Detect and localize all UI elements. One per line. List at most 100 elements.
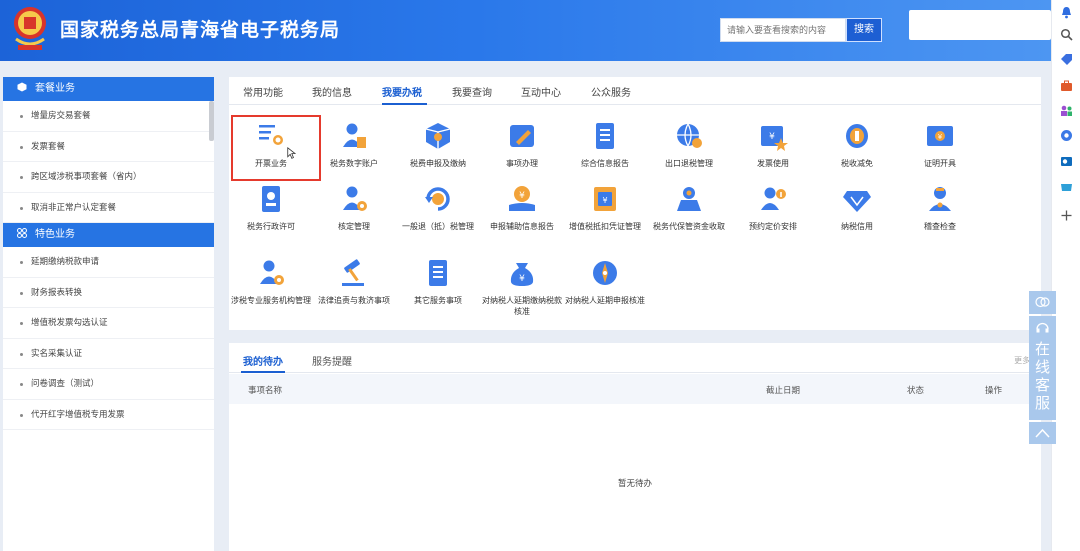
ticket-star-icon: ¥ xyxy=(761,126,788,151)
tab-public-service[interactable]: 公众服务 xyxy=(591,84,631,99)
sidebar-item[interactable]: 增量房交易套餐 xyxy=(3,101,214,132)
document-icon xyxy=(596,123,614,149)
tile-4[interactable]: 综合信息报告 xyxy=(563,120,647,184)
tile-6[interactable]: ¥ 发票使用 xyxy=(731,120,815,184)
column-header: 事项名称 xyxy=(248,386,283,396)
sidebar-section-title: 套餐业务 xyxy=(35,83,75,94)
tab-interaction[interactable]: 互动中心 xyxy=(521,84,561,99)
todo-tabs: 我的待办 服务提醒 更多» xyxy=(229,343,1041,373)
todo-panel: 我的待办 服务提醒 更多» 事项名称 截止日期 状态 操作 暂无待办 xyxy=(229,343,1041,551)
search-input[interactable] xyxy=(720,18,846,42)
sidebar-item[interactable]: 延期缴纳税款申请 xyxy=(3,247,214,278)
gavel-icon xyxy=(342,259,364,286)
receipt-icon: ¥ xyxy=(594,187,616,211)
user-box[interactable] xyxy=(909,10,1051,40)
online-service-widget[interactable]: 在 线 客 服 xyxy=(1029,291,1056,444)
sidebar-section-title: 特色业务 xyxy=(35,229,75,240)
column-header: 操作 xyxy=(985,386,1003,396)
highlight-frame xyxy=(231,115,321,181)
tile-20[interactable]: 其它服务事项 xyxy=(396,257,480,321)
search-button[interactable]: 搜索 xyxy=(846,18,882,42)
sidebar-item[interactable]: 增值税发票勾选认证 xyxy=(3,308,214,339)
tile-label: 对纳税人延期申报核准 xyxy=(565,296,645,305)
tab-service-reminder[interactable]: 服务提醒 xyxy=(312,353,352,368)
tab-common[interactable]: 常用功能 xyxy=(243,84,283,99)
bell-icon[interactable] xyxy=(1060,6,1073,19)
plus-icon[interactable] xyxy=(1060,209,1073,222)
tile-label: 纳税信用 xyxy=(841,222,873,231)
tile-21[interactable]: ¥ 对纳税人延期缴纳税款核准 xyxy=(480,257,564,321)
service-top-box[interactable] xyxy=(1029,291,1056,314)
tab-my-todo[interactable]: 我的待办 xyxy=(243,353,283,368)
tile-14[interactable]: 税务代保管资金收取 xyxy=(647,183,731,247)
service-text: 在 xyxy=(1034,340,1050,358)
tile-13[interactable]: ¥ 增值税抵扣凭证管理 xyxy=(563,183,647,247)
tile-label: 出口退税管理 xyxy=(665,159,713,168)
sidebar-item[interactable]: 发票套餐 xyxy=(3,132,214,162)
sidebar-item[interactable]: 取消非正常户认定套餐 xyxy=(3,193,214,223)
sidebar-section-package[interactable]: 套餐业务 xyxy=(3,77,214,101)
tile-9[interactable]: 税务行政许可 xyxy=(229,183,313,247)
diamond-icon xyxy=(843,191,871,212)
tab-my-info[interactable]: 我的信息 xyxy=(312,84,352,99)
tile-15[interactable]: 预约定价安排 xyxy=(731,183,815,247)
service-text: 服 xyxy=(1034,394,1050,412)
tag-icon[interactable] xyxy=(1060,53,1073,66)
header-bar: 国家税务总局青海省电子税务局 搜索 xyxy=(0,0,1051,61)
inspector-icon xyxy=(929,187,951,211)
tile-16[interactable]: 纳税信用 xyxy=(815,183,899,247)
tile-label: 其它服务事项 xyxy=(414,296,462,305)
people-icon[interactable] xyxy=(1060,104,1073,117)
tile-18[interactable]: 涉税专业服务机构管理 xyxy=(229,257,313,321)
tile-8[interactable]: ¥ 证明开具 xyxy=(898,120,982,184)
sidebar-item[interactable]: 跨区域涉税事项套餐（省内） xyxy=(3,162,214,193)
tile-label: 税务代保管资金收取 xyxy=(653,222,725,231)
sidebar-scrollbar[interactable] xyxy=(209,101,214,141)
sidebar: 套餐业务 增量房交易套餐 发票套餐 跨区域涉税事项套餐（省内） 取消非正常户认定… xyxy=(3,77,214,551)
globe-icon xyxy=(677,123,702,148)
tile-1[interactable]: 税务数字账户 xyxy=(312,120,396,184)
tile-10[interactable]: 核定管理 xyxy=(312,183,396,247)
chat-bubble-icon[interactable] xyxy=(1060,129,1073,142)
tile-19[interactable]: 法律追责与救济事项 xyxy=(312,257,396,321)
permit-icon xyxy=(262,186,280,212)
column-header: 状态 xyxy=(907,386,925,396)
tile-label: 税务行政许可 xyxy=(247,222,295,231)
document-icon xyxy=(429,260,447,286)
tile-17[interactable]: 稽查检查 xyxy=(898,183,982,247)
tile-5[interactable]: 出口退税管理 xyxy=(647,120,731,184)
tile-3[interactable]: 事项办理 xyxy=(480,120,564,184)
svg-text:¥: ¥ xyxy=(519,274,525,284)
user-info-icon xyxy=(761,187,786,210)
tile-label: 综合信息报告 xyxy=(581,159,629,168)
sidebar-item[interactable]: 实名采集认证 xyxy=(3,339,214,369)
box-icon xyxy=(425,123,451,149)
sidebar-item[interactable]: 代开红字增值税专用发票 xyxy=(3,400,214,430)
refund-icon xyxy=(425,187,450,211)
service-text: 客 xyxy=(1034,376,1050,394)
sidebar-item[interactable]: 财务报表转换 xyxy=(3,278,214,308)
scroll-top-button[interactable] xyxy=(1029,422,1056,444)
tile-label: 核定管理 xyxy=(338,222,370,231)
active-tab-indicator xyxy=(382,103,427,105)
service-body[interactable]: 在 线 客 服 xyxy=(1029,316,1056,420)
tile-label: 一般退（抵）税管理 xyxy=(402,222,474,231)
sidebar-section-special[interactable]: 特色业务 xyxy=(3,223,214,247)
store-icon[interactable] xyxy=(1060,181,1073,194)
briefcase-icon[interactable] xyxy=(1060,79,1073,92)
tile-7[interactable]: 税收减免 xyxy=(815,120,899,184)
chat-icon xyxy=(1035,296,1050,308)
outlook-icon[interactable] xyxy=(1060,155,1073,168)
tile-12[interactable]: ¥ 申报辅助信息报告 xyxy=(480,183,564,247)
tile-label: 对纳税人延期缴纳税款核准 xyxy=(482,296,562,316)
tile-11[interactable]: 一般退（抵）税管理 xyxy=(396,183,480,247)
tab-tax-handling[interactable]: 我要办税 xyxy=(382,84,422,99)
tile-label: 税务数字账户 xyxy=(330,159,378,168)
tab-query[interactable]: 我要查询 xyxy=(452,84,492,99)
tile-2[interactable]: 税费申报及缴纳 xyxy=(396,120,480,184)
grid-icon xyxy=(17,228,27,238)
sidebar-item[interactable]: 问卷调查（测试） xyxy=(3,369,214,400)
tax-emblem-icon xyxy=(14,7,46,50)
tile-22[interactable]: 对纳税人延期申报核准 xyxy=(563,257,647,321)
search-icon[interactable] xyxy=(1060,28,1073,41)
